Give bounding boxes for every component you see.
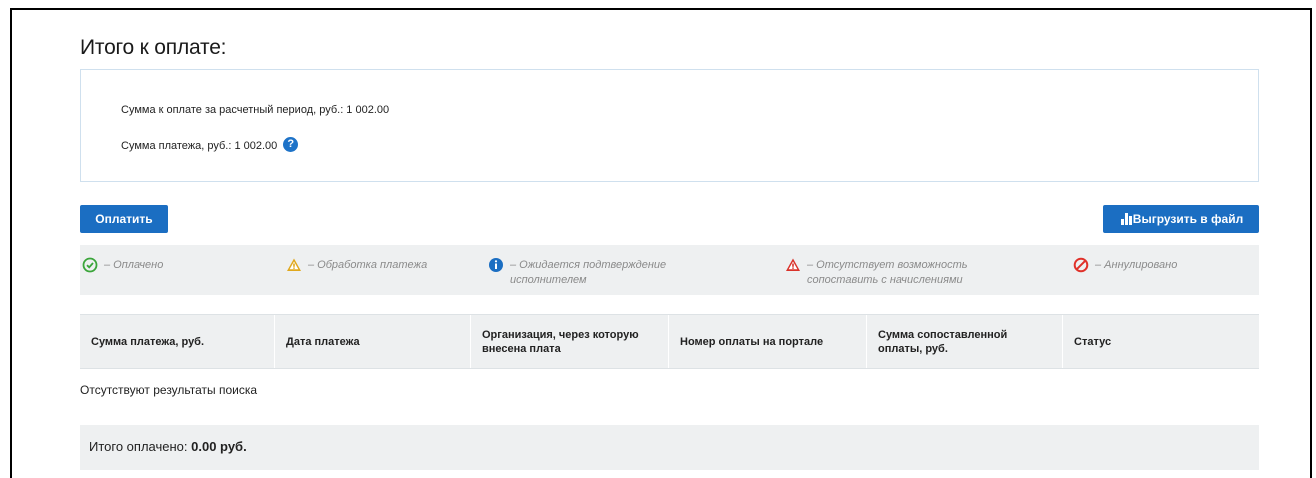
info-circle-icon [489,258,503,272]
warning-triangle-icon [287,258,301,271]
legend-label-processing: – Обработка платежа [308,259,428,271]
check-circle-icon [82,257,98,273]
cancel-circle-icon [1073,257,1089,273]
payment-sum-line: Сумма платежа, руб.: 1 002.00? [121,137,299,153]
warning-triangle-red-icon [786,258,800,271]
legend-item-cancelled: – Аннулировано [1073,257,1178,274]
legend-label-unmatched: – Отсутствует возможность сопоставить с … [807,259,968,286]
total-paid-bar: Итого оплачено: 0.00 руб. [80,425,1259,470]
legend-item-awaiting: – Ожидается подтверждение исполнителем [488,258,700,288]
column-header-matched-sum[interactable]: Сумма сопоставленной оплаты, руб. [867,315,1063,368]
total-paid-label: Итого оплачено: [89,439,188,454]
column-header-status[interactable]: Статус [1063,315,1259,368]
legend-item-processing: – Обработка платежа [286,258,427,274]
total-paid-value: 0.00 руб. [191,439,247,454]
column-header-payment-number[interactable]: Номер оплаты на портале [669,315,867,368]
pay-button[interactable]: Оплатить [80,205,168,233]
legend-item-paid: – Оплачено [82,257,164,274]
legend-label-cancelled: – Аннулировано [1095,259,1178,271]
column-header-payment-date[interactable]: Дата платежа [275,315,471,368]
column-header-organization[interactable]: Организация, через которую внесена плата [471,315,669,368]
payment-sum-text: Сумма платежа, руб.: 1 002.00 [121,140,278,152]
legend-item-unmatched: – Отсутствует возможность сопоставить с … [785,258,1022,288]
question-circle-icon[interactable]: ? [283,137,299,153]
legend-label-paid: – Оплачено [104,259,164,271]
column-header-payment-sum[interactable]: Сумма платежа, руб. [80,315,275,368]
payment-summary-box: Сумма к оплате за расчетный период, руб.… [80,69,1259,182]
no-results-text: Отсутствуют результаты поиска [80,383,258,397]
page-title: Итого к оплате: [80,36,227,59]
legend-label-awaiting: – Ожидается подтверждение исполнителем [510,259,667,286]
payments-table-header: Сумма платежа, руб. Дата платежа Организ… [80,314,1259,369]
export-button[interactable]: Выгрузить в файл [1103,205,1259,233]
export-button-label: Выгрузить в файл [1132,212,1244,226]
bar-chart-icon [1121,213,1134,225]
period-sum-text: Сумма к оплате за расчетный период, руб.… [121,104,390,116]
status-legend: – Оплачено – Обработка платежа – Ожидает… [80,245,1259,295]
